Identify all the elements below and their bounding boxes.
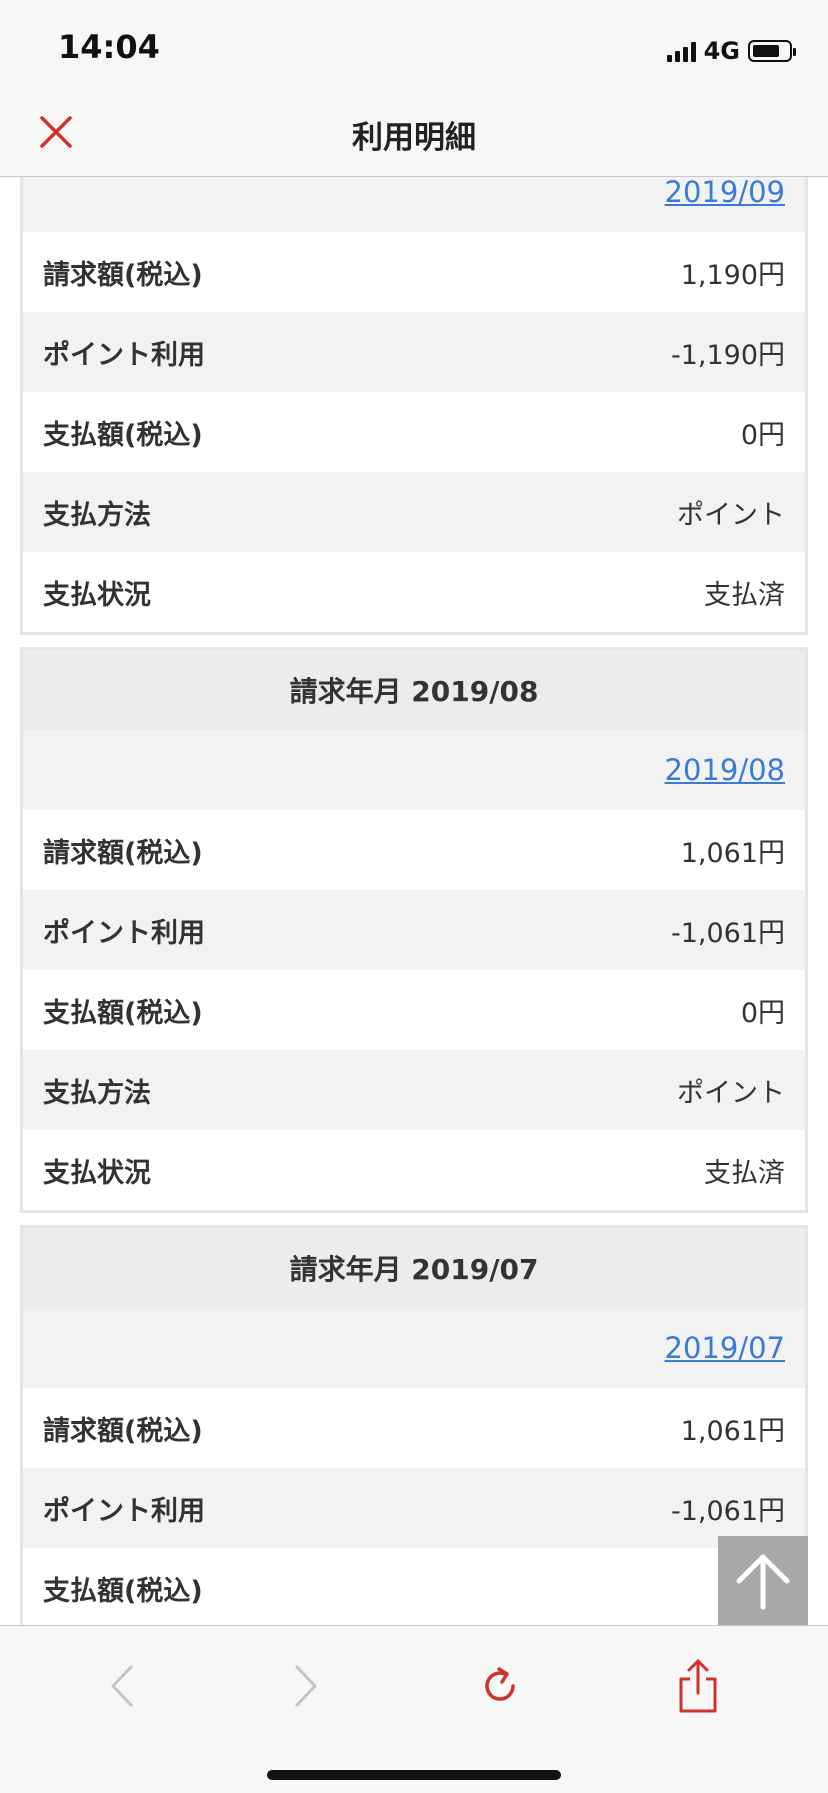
- statement-header: 請求年月 2019/08: [23, 650, 805, 730]
- reload-button[interactable]: [470, 1656, 530, 1716]
- points-value: -1,061円: [670, 917, 785, 949]
- paid-label: 支払額(税込): [43, 997, 203, 1029]
- points-value: -1,061円: [670, 1495, 785, 1527]
- status-row: 支払状況 支払済: [23, 1130, 805, 1210]
- back-button[interactable]: [92, 1656, 152, 1716]
- points-label: ポイント利用: [43, 917, 205, 949]
- method-row: 支払方法 ポイント: [23, 472, 805, 552]
- arrow-up-icon: [736, 1554, 790, 1610]
- home-indicator[interactable]: [267, 1770, 561, 1780]
- statement-month-link[interactable]: 2019/09: [665, 177, 785, 209]
- share-icon: [679, 1659, 717, 1713]
- billed-row: 請求額(税込) 1,061円: [23, 810, 805, 890]
- billed-label: 請求額(税込): [43, 259, 203, 291]
- nav-bar: 利用明細: [0, 92, 828, 177]
- billed-value: 1,061円: [680, 837, 785, 869]
- browser-toolbar: [0, 1625, 828, 1793]
- method-label: 支払方法: [43, 1077, 151, 1109]
- paid-row: 支払額(税込) 0円: [23, 392, 805, 472]
- points-row: ポイント利用 -1,061円: [23, 1468, 805, 1548]
- paid-row: 支払額(税込): [23, 1548, 805, 1625]
- status-time: 14:04: [58, 28, 160, 66]
- statement-link-row: 2019/08: [23, 730, 805, 810]
- statement-card-2019-09: 2019/09 請求額(税込) 1,190円 ポイント利用 -1,190円 支払…: [20, 177, 808, 635]
- billed-value: 1,061円: [680, 1415, 785, 1447]
- share-button[interactable]: [668, 1656, 728, 1716]
- billed-label: 請求額(税込): [43, 1415, 203, 1447]
- signal-icon: [666, 40, 696, 62]
- page-title: 利用明細: [352, 120, 476, 156]
- statement-header: 請求年月 2019/07: [23, 1228, 805, 1308]
- paid-value: 0円: [740, 419, 785, 451]
- statement-link-row: 2019/07: [23, 1308, 805, 1388]
- statement-link-row: 2019/09: [23, 177, 805, 232]
- statement-month-link[interactable]: 2019/08: [665, 753, 785, 787]
- chevron-left-icon: [111, 1665, 133, 1707]
- method-value: ポイント: [677, 1077, 785, 1109]
- scroll-to-top-button[interactable]: [718, 1536, 808, 1626]
- billed-value: 1,190円: [680, 259, 785, 291]
- paid-row: 支払額(税込) 0円: [23, 970, 805, 1050]
- forward-button[interactable]: [276, 1656, 336, 1716]
- statement-list[interactable]: 2019/09 請求額(税込) 1,190円 ポイント利用 -1,190円 支払…: [0, 177, 828, 1625]
- battery-icon: [748, 40, 796, 62]
- paid-value: 0円: [740, 997, 785, 1029]
- method-value: ポイント: [677, 499, 785, 531]
- points-row: ポイント利用 -1,061円: [23, 890, 805, 970]
- status-label: 支払状況: [43, 1157, 151, 1189]
- billed-row: 請求額(税込) 1,061円: [23, 1388, 805, 1468]
- statement-card-2019-08: 請求年月 2019/08 2019/08 請求額(税込) 1,061円 ポイント…: [20, 647, 808, 1213]
- chevron-right-icon: [295, 1665, 317, 1707]
- status-value: 支払済: [704, 579, 785, 611]
- status-indicators: 4G: [666, 36, 796, 66]
- paid-label: 支払額(税込): [43, 1575, 203, 1607]
- billed-row: 請求額(税込) 1,190円: [23, 232, 805, 312]
- statement-month-link[interactable]: 2019/07: [665, 1331, 785, 1365]
- method-row: 支払方法 ポイント: [23, 1050, 805, 1130]
- points-label: ポイント利用: [43, 339, 205, 371]
- network-type: 4G: [703, 37, 740, 65]
- status-row: 支払状況 支払済: [23, 552, 805, 632]
- status-label: 支払状況: [43, 579, 151, 611]
- statement-card-2019-07: 請求年月 2019/07 2019/07 請求額(税込) 1,061円 ポイント…: [20, 1225, 808, 1625]
- method-label: 支払方法: [43, 499, 151, 531]
- points-row: ポイント利用 -1,190円: [23, 312, 805, 392]
- reload-icon: [485, 1667, 515, 1701]
- status-bar: 14:04 4G: [0, 0, 828, 92]
- status-value: 支払済: [704, 1157, 785, 1189]
- points-label: ポイント利用: [43, 1495, 205, 1527]
- points-value: -1,190円: [670, 339, 785, 371]
- billed-label: 請求額(税込): [43, 837, 203, 869]
- paid-label: 支払額(税込): [43, 419, 203, 451]
